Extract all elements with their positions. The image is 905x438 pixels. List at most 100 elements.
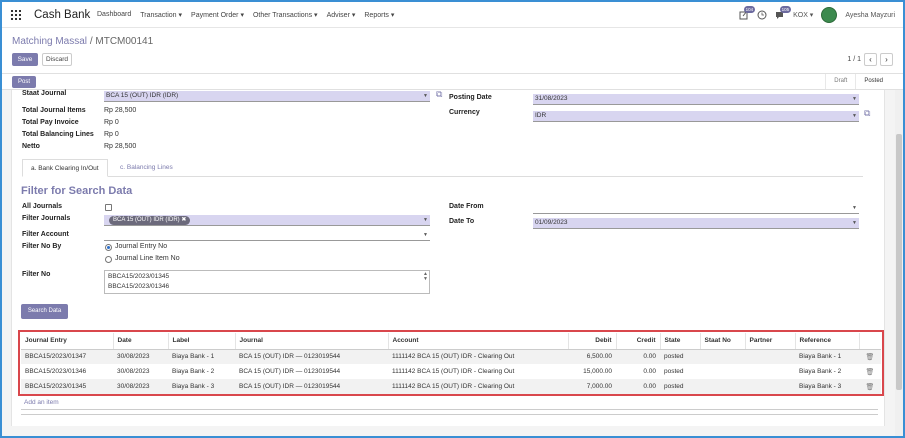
cell-account: 1111142 BCA 15 (OUT) IDR - Clearing Out — [388, 349, 568, 364]
table-row[interactable]: BBCA15/2023/01346 30/08/2023 Biaya Bank … — [21, 364, 881, 379]
trash-icon[interactable]: 🗑 — [859, 364, 881, 379]
external-link-icon[interactable]: ⧉ — [864, 108, 870, 119]
search-data-button[interactable]: Search Data — [21, 304, 68, 319]
company-switcher[interactable]: KOX ▾ — [793, 11, 813, 19]
chevron-down-icon: ▼ — [423, 217, 428, 223]
col-credit[interactable]: Credit — [616, 333, 661, 350]
total-balancing-lines-value: Rp 0 — [104, 131, 119, 138]
clock-icon[interactable] — [757, 10, 767, 20]
cell-reference: Biaya Bank - 1 — [795, 349, 859, 364]
cell-account: 1111142 BCA 15 (OUT) IDR - Clearing Out — [388, 379, 568, 394]
discard-button[interactable]: Discard — [42, 53, 72, 66]
posting-date-field[interactable]: 31/08/2023 ▼ — [533, 94, 859, 105]
col-staat-no[interactable]: Staat No — [700, 333, 746, 350]
date-from-field[interactable]: ▼ — [533, 203, 859, 214]
cell-journal-entry: BBCA15/2023/01347 — [21, 349, 113, 364]
add-item-link[interactable]: Add an item — [24, 399, 59, 406]
activity-icon[interactable]: 104 — [739, 6, 756, 20]
posting-date-label: Posting Date — [449, 94, 492, 101]
pager-next-button[interactable]: › — [880, 53, 893, 66]
staat-journal-label: Staat Journal — [22, 90, 67, 97]
radio-journal-entry-no[interactable] — [105, 244, 112, 251]
cell-journal: BCA 15 (OUT) IDR — 0123019544 — [235, 379, 388, 394]
cell-journal: BCA 15 (OUT) IDR — 0123019544 — [239, 368, 341, 375]
table-row[interactable]: BBCA15/2023/01347 30/08/2023 Biaya Bank … — [21, 349, 881, 364]
status-steps: Draft Posted — [825, 74, 891, 89]
cell-debit: 7,000.00 — [568, 379, 616, 394]
date-to-field[interactable]: 01/09/2023 ▼ — [533, 218, 859, 229]
pager-value[interactable]: 1 / 1 — [847, 56, 861, 63]
col-partner[interactable]: Partner — [745, 333, 796, 350]
filter-no-textarea[interactable]: BBCA15/2023/01345 BBCA15/2023/01346 ▲ ▼ — [104, 270, 430, 294]
state-posted[interactable]: Posted — [855, 74, 891, 89]
close-icon[interactable]: ✖ — [181, 217, 186, 223]
total-pay-invoice-label: Total Pay Invoice — [22, 119, 79, 126]
messages-icon[interactable]: 105 — [775, 6, 792, 20]
filter-journals-label: Filter Journals — [22, 215, 71, 222]
journal-tag: BCA 15 (OUT) IDR (IDR) ✖ — [109, 216, 191, 225]
cell-partner — [745, 349, 795, 364]
state-draft[interactable]: Draft — [825, 74, 855, 89]
save-button[interactable]: Save — [12, 53, 38, 66]
post-button[interactable]: Post — [12, 76, 36, 88]
tab-balancing-lines[interactable]: c. Balancing Lines — [112, 159, 181, 177]
cell-reference: Biaya Bank - 3 — [795, 379, 859, 394]
radio-journal-entry-no-label[interactable]: Journal Entry No — [115, 243, 167, 250]
cell-state: posted — [660, 349, 700, 364]
scrollbar-thumb[interactable] — [896, 134, 902, 390]
apps-menu-icon[interactable] — [11, 10, 21, 20]
menu-adviser[interactable]: Adviser ▾ — [327, 11, 356, 19]
date-to-value: 01/09/2023 — [535, 219, 568, 226]
filter-no-by-label: Filter No By — [22, 243, 62, 250]
menu-reports[interactable]: Reports ▾ — [364, 11, 394, 19]
breadcrumb-current: MTCM00141 — [95, 36, 154, 47]
all-journals-label: All Journals — [22, 203, 63, 210]
radio-journal-line-item-no-label[interactable]: Journal Line Item No — [115, 255, 180, 262]
radio-journal-line-item-no[interactable] — [105, 256, 112, 263]
col-journal-entry[interactable]: Journal Entry — [21, 333, 114, 350]
menu-transaction[interactable]: Transaction ▾ — [140, 11, 182, 19]
col-state[interactable]: State — [660, 333, 701, 350]
menu-payment-order[interactable]: Payment Order ▾ — [191, 11, 244, 19]
cell-staat-no — [700, 364, 745, 379]
col-date[interactable]: Date — [113, 333, 169, 350]
filter-no-line: BBCA15/2023/01345 — [108, 273, 170, 280]
cell-date: 30/08/2023 — [117, 368, 150, 375]
col-debit[interactable]: Debit — [568, 333, 617, 350]
user-name[interactable]: Ayesha Mayzuri — [845, 12, 895, 19]
main-menu: Dashboard Transaction ▾ Payment Order ▾ … — [97, 11, 394, 19]
spinner-icon[interactable]: ▲ ▼ — [423, 272, 428, 282]
col-actions — [859, 333, 881, 350]
trash-icon[interactable]: 🗑 — [859, 379, 881, 394]
menu-dashboard[interactable]: Dashboard — [97, 11, 131, 19]
systray: 104 105 KOX ▾ Ayesha Mayzuri — [739, 5, 895, 25]
filter-account-field[interactable]: ▼ — [104, 230, 430, 241]
app-title[interactable]: Cash Bank — [34, 9, 90, 21]
col-journal[interactable]: Journal — [235, 333, 389, 350]
cell-staat-no — [700, 349, 745, 364]
col-reference[interactable]: Reference — [795, 333, 860, 350]
all-journals-checkbox[interactable] — [105, 204, 112, 211]
cell-label: Biaya Bank - 3 — [168, 379, 235, 394]
staat-journal-field[interactable]: BCA 15 (OUT) IDR (IDR) ▼ — [104, 91, 430, 102]
external-link-icon[interactable]: ⧉ — [436, 89, 442, 100]
cell-reference: Biaya Bank - 2 — [799, 368, 842, 375]
breadcrumb-parent[interactable]: Matching Massal — [12, 36, 87, 47]
chevron-down-icon: ▼ — [852, 113, 857, 119]
tab-bank-clearing[interactable]: a. Bank Clearing In/Out — [22, 159, 108, 177]
cell-date: 30/08/2023 — [113, 349, 168, 364]
cell-debit: 15,000.00 — [583, 368, 612, 375]
cell-partner — [745, 379, 795, 394]
cell-staat-no — [700, 379, 745, 394]
breadcrumb: Matching Massal / MTCM00141 — [12, 36, 153, 47]
col-label[interactable]: Label — [168, 333, 236, 350]
menu-other-transactions[interactable]: Other Transactions ▾ — [253, 11, 318, 19]
currency-field[interactable]: IDR ▼ — [533, 111, 859, 122]
results-table: Journal Entry Date Label Journal Account… — [21, 333, 881, 394]
table-row[interactable]: BBCA15/2023/01345 30/08/2023 Biaya Bank … — [21, 379, 881, 394]
pager-previous-button[interactable]: ‹ — [864, 53, 877, 66]
trash-icon[interactable]: 🗑 — [859, 349, 881, 364]
avatar[interactable] — [821, 7, 838, 23]
vertical-scrollbar[interactable] — [895, 90, 903, 436]
col-account[interactable]: Account — [388, 333, 569, 350]
